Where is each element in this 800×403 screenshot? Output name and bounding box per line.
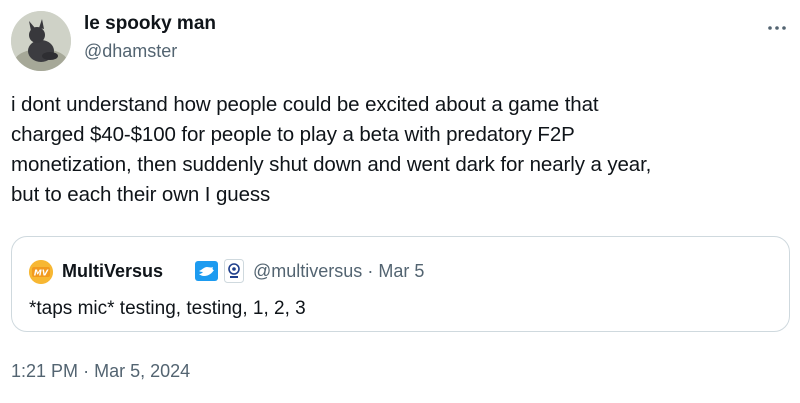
tweet[interactable]: le spooky man @dhamster i dont understan… [0,0,800,403]
verified-badge-icon [195,261,218,281]
quoted-tweet[interactable]: MV MultiVersus @multiversus · Mar 5 *tap… [11,236,790,332]
quoted-meta: @multiversus · Mar 5 [253,261,424,282]
timestamp-separator: · [83,361,90,381]
tweet-timestamp[interactable]: 1:21 PM · Mar 5, 2024 [11,361,190,382]
meta-separator: · [367,261,374,281]
avatar-image [11,11,71,71]
quoted-text: *taps mic* testing, testing, 1, 2, 3 [29,298,306,319]
tweet-text-line: but to each their own I guess [11,183,271,206]
quoted-author-avatar[interactable]: MV [29,260,53,284]
logo-text: MV [34,269,49,278]
more-options-button[interactable] [762,16,792,40]
tweet-time: 1:21 PM [11,361,79,381]
tweet-text-line: charged $40-$100 for people to play a be… [11,123,575,146]
tweet-text: i dont understand how people could be ex… [11,90,791,210]
tweet-text-line: monetization, then suddenly shut down an… [11,153,652,176]
multiversus-logo: MV [29,260,53,284]
tweet-date: Mar 5, 2024 [94,361,191,381]
tweet-text-line: i dont understand how people could be ex… [11,93,599,116]
author-display-name[interactable]: le spooky man [84,13,216,35]
author-avatar[interactable] [11,11,71,71]
quoted-handle[interactable]: @multiversus [253,261,362,281]
affiliate-badge-icon [224,259,244,283]
quoted-display-name[interactable]: MultiVersus [62,261,163,282]
quoted-date[interactable]: Mar 5 [378,261,424,281]
more-horizontal-icon [768,26,786,30]
author-handle[interactable]: @dhamster [84,41,177,62]
